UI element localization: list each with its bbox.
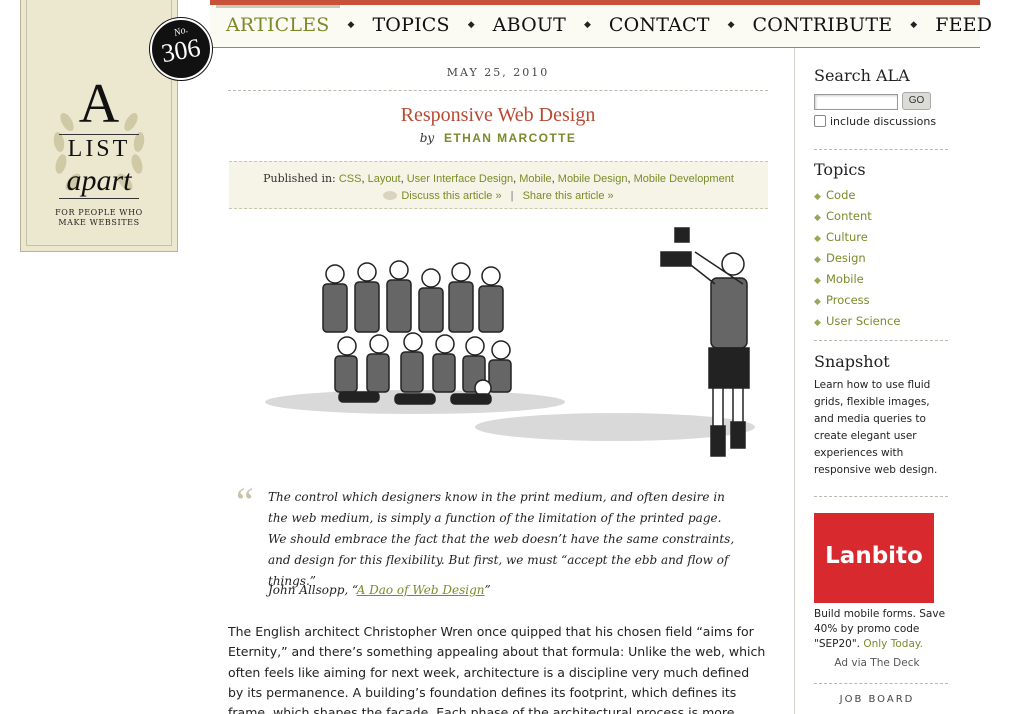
nav-articles[interactable]: ARTICLES: [216, 5, 340, 36]
cite-close: ”: [484, 583, 491, 597]
nav-contact[interactable]: CONTACT: [599, 14, 720, 36]
nav-about[interactable]: ABOUT: [483, 14, 576, 36]
topics-list: ◆ Code ◆ Content ◆ Culture ◆ Design ◆ Mobile …: [814, 188, 900, 335]
pull-quote: The control which designers know in the …: [268, 490, 735, 588]
logo-tagline-line: FOR PEOPLE WHO: [55, 208, 143, 217]
article-body: The English architect Christopher Wren o…: [228, 624, 766, 714]
bullet-icon: ◆: [814, 234, 821, 244]
logo-apart-word: apart: [66, 164, 132, 197]
divider: [814, 683, 948, 684]
logo-divider: [59, 198, 139, 199]
nav-feed[interactable]: FEED: [925, 14, 1002, 36]
category-link-ui-design[interactable]: User Interface Design: [407, 173, 513, 185]
category-link-layout[interactable]: Layout: [368, 173, 401, 185]
bullet-icon: ◆: [814, 297, 821, 307]
logo-tagline-line: MAKE WEBSITES: [58, 218, 140, 227]
nav-separator-icon: ◆: [727, 20, 735, 30]
category-link-mobile-design[interactable]: Mobile Design: [558, 173, 628, 185]
published-in-box: Published in: CSS, Layout, User Interfac…: [229, 161, 768, 209]
logo-list-word: LIST: [67, 136, 131, 162]
ad-logo: Lanbito: [825, 543, 923, 569]
topic-label: User Science: [826, 314, 901, 328]
sidebar-divider: [794, 48, 795, 714]
ad-banner[interactable]: Lanbito: [814, 513, 934, 603]
snapshot-text: Learn how to use fluid grids, flexible i…: [814, 379, 938, 476]
bullet-icon: ◆: [814, 255, 821, 265]
nav-separator-icon: ◆: [467, 20, 475, 30]
topic-label: Content: [826, 209, 872, 223]
search-go-button[interactable]: GO: [902, 92, 931, 110]
topic-link-process[interactable]: ◆ Process: [814, 293, 900, 314]
issue-badge[interactable]: No. 306: [150, 18, 212, 80]
topic-label: Mobile: [826, 272, 864, 286]
quote-mark-icon: “: [236, 479, 254, 524]
ad-via-link[interactable]: Ad via The Deck: [814, 657, 940, 669]
nav-separator-icon: ◆: [583, 20, 591, 30]
topic-link-mobile[interactable]: ◆ Mobile: [814, 272, 900, 293]
main-nav: ARTICLES ◆ TOPICS ◆ ABOUT ◆ CONTACT ◆ CO…: [216, 5, 1002, 36]
author-link[interactable]: ETHAN MARCOTTE: [444, 131, 576, 145]
bullet-icon: ◆: [814, 213, 821, 223]
bullet-icon: ◆: [814, 318, 821, 328]
ad-today: Only Today.: [863, 638, 923, 650]
topic-link-code[interactable]: ◆ Code: [814, 188, 900, 209]
topic-label: Process: [826, 293, 870, 307]
category-link-mobile-development[interactable]: Mobile Development: [634, 173, 734, 185]
byline: by ETHAN MARCOTTE: [228, 131, 768, 145]
divider: [814, 149, 948, 150]
topic-link-culture[interactable]: ◆ Culture: [814, 230, 900, 251]
topic-link-design[interactable]: ◆ Design: [814, 251, 900, 272]
cite-author: John Allsopp, “: [268, 583, 357, 597]
divider: [814, 496, 948, 497]
nav-separator-icon: ◆: [347, 20, 355, 30]
snapshot-title: Snapshot: [814, 352, 890, 371]
cite-link[interactable]: A Dao of Web Design: [357, 583, 485, 597]
logo-divider: [59, 134, 139, 135]
speech-bubble-icon: [383, 191, 398, 200]
published-label: Published in:: [263, 172, 336, 185]
nav-separator-icon: ◆: [910, 20, 918, 30]
bullet-icon: ◆: [814, 192, 821, 202]
topic-label: Code: [826, 188, 856, 202]
action-separator: |: [510, 190, 514, 202]
article-actions: Discuss this article » | Share this arti…: [229, 190, 768, 202]
include-discussions-label: include discussions: [830, 115, 937, 128]
divider: [814, 340, 948, 341]
divider: [228, 90, 768, 91]
category-link-css[interactable]: CSS: [339, 173, 362, 185]
nav-contribute[interactable]: CONTRIBUTE: [743, 14, 903, 36]
article-title[interactable]: Responsive Web Design: [228, 104, 768, 127]
topic-label: Culture: [826, 230, 868, 244]
quote-citation: John Allsopp, “A Dao of Web Design”: [268, 583, 491, 597]
logo-tagline: FOR PEOPLE WHO MAKE WEBSITES: [21, 208, 177, 228]
article-illustration: [265, 227, 755, 457]
category-link-mobile[interactable]: Mobile: [519, 173, 551, 185]
include-discussions-checkbox[interactable]: [814, 115, 826, 127]
search-input[interactable]: [814, 94, 898, 110]
nav-topics[interactable]: TOPICS: [362, 14, 459, 36]
search-title: Search ALA: [814, 66, 910, 85]
discuss-link[interactable]: Discuss this article »: [401, 190, 501, 202]
share-link[interactable]: Share this article »: [523, 190, 614, 202]
ad-text: Build mobile forms. Save 40% by promo co…: [814, 607, 954, 652]
logo-letter: A: [78, 73, 120, 135]
bullet-icon: ◆: [814, 276, 821, 286]
topic-link-content[interactable]: ◆ Content: [814, 209, 900, 230]
article-date: MAY 25, 2010: [446, 66, 550, 79]
topics-title: Topics: [814, 160, 866, 179]
topic-link-user-science[interactable]: ◆ User Science: [814, 314, 900, 335]
category-list: Published in: CSS, Layout, User Interfac…: [263, 172, 734, 185]
topic-label: Design: [826, 251, 866, 265]
job-board-heading[interactable]: JOB BOARD: [814, 694, 940, 705]
byline-by: by: [419, 131, 435, 145]
